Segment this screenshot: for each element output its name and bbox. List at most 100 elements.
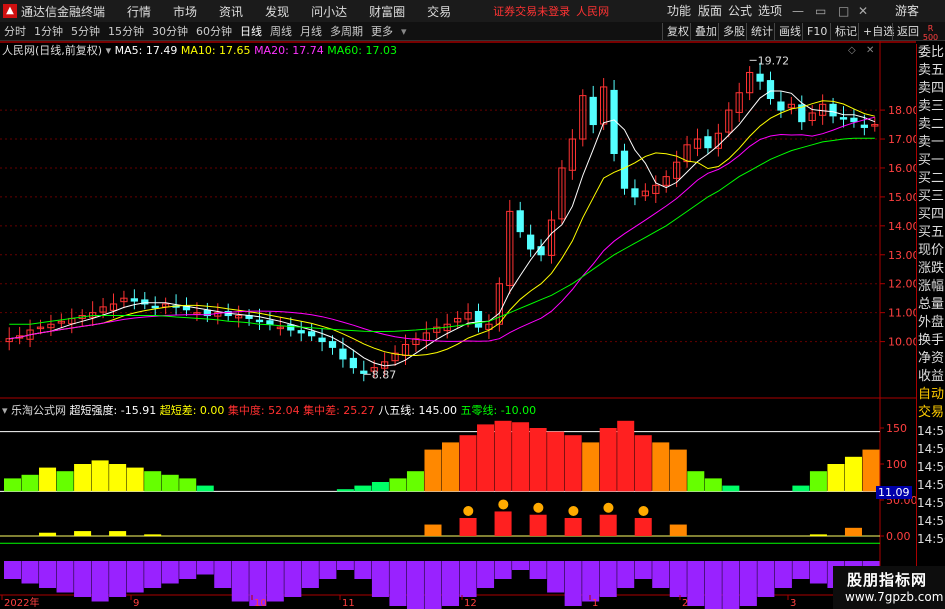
upper-bar <box>406 471 424 492</box>
kline-chart[interactable]: 18.00 17.00 16.00 15.00 14.00 13.00 12.00 11.00… <box>0 0 945 609</box>
upper-bar <box>459 435 477 492</box>
lower-bar <box>564 561 582 606</box>
lower-bar <box>774 561 792 588</box>
sub-legend: ▾ 乐淘公式网 超短强度: -15.91 超短差: 0.00 集中度: 52.0… <box>2 402 537 417</box>
upper-bar <box>827 464 845 492</box>
panel-item: 14:56 <box>917 478 945 492</box>
upper-bar <box>529 428 547 492</box>
lower-bar <box>196 561 214 575</box>
upper-bar <box>477 424 495 492</box>
candle-down <box>704 136 712 149</box>
legend-50-line: 五零线: -10.00 <box>460 404 537 417</box>
watermark: 股朋指标网 www.7gpzb.com <box>833 566 945 609</box>
lower-bar <box>757 561 775 597</box>
sub-tick-label: 0.00 <box>886 530 911 543</box>
lower-bar <box>231 561 249 602</box>
panel-item: 买五 <box>917 225 944 240</box>
candle-down <box>308 331 316 337</box>
panel-item: 收益 <box>917 369 944 384</box>
panel-item: 卖四 <box>917 81 944 96</box>
lower-bar <box>214 561 232 588</box>
panel-item: 委比 <box>917 45 944 60</box>
price-tick-label: 10.00 <box>888 336 920 349</box>
panel-item: 卖一 <box>917 135 944 150</box>
lower-bar <box>144 561 162 588</box>
candle-down <box>756 73 764 82</box>
date-label: 10 <box>254 598 267 609</box>
upper-bar <box>599 428 617 492</box>
upper-bar <box>371 482 389 492</box>
watermark-brand: 股朋指标网 <box>847 571 928 589</box>
upper-bar <box>512 422 530 492</box>
panel-scale-bottom: 500 <box>922 33 939 42</box>
legend-short-diff: 超短差: 0.00 <box>159 404 225 417</box>
date-label: 2 <box>682 598 688 609</box>
lower-bar <box>547 561 565 593</box>
panel-item: 卖三 <box>917 99 944 114</box>
upper-bar <box>109 464 127 492</box>
ma5-line <box>9 90 875 367</box>
panel-item: 交易 <box>917 405 944 420</box>
upper-bar <box>144 471 162 492</box>
signal-marker-icon <box>533 502 544 513</box>
upper-bar <box>56 471 74 492</box>
lower-bar <box>371 561 389 597</box>
legend-85-line: 八五线: 145.00 <box>378 404 458 417</box>
lower-bar <box>389 561 407 606</box>
candle-down <box>297 330 305 334</box>
candle-down <box>777 101 785 111</box>
signal-bar <box>109 531 127 536</box>
upper-bar <box>336 489 354 492</box>
candle-down <box>339 348 347 360</box>
price-tick-label: 11.00 <box>888 307 920 320</box>
date-label: 12 <box>464 598 477 609</box>
upper-bar <box>4 478 22 492</box>
candle-down <box>620 150 629 189</box>
upper-bar <box>161 474 179 492</box>
lower-bar <box>582 561 600 602</box>
signal-bar <box>424 524 442 536</box>
panel-item: 14:56 <box>917 514 945 528</box>
lower-bar <box>687 561 705 606</box>
indicator-dropdown-icon[interactable]: ▾ <box>2 404 8 417</box>
upper-bar <box>634 435 652 492</box>
panel-item: 买四 <box>917 207 944 222</box>
signal-marker-icon <box>568 506 579 516</box>
panel-item: 14:56 <box>917 532 945 546</box>
lower-bar <box>56 561 74 593</box>
lower-bar <box>809 561 827 584</box>
panel-scale: R 500 <box>916 24 945 42</box>
panel-item: 总量 <box>917 297 944 312</box>
lower-bar <box>39 561 57 588</box>
date-label: 3 <box>790 598 796 609</box>
candle-down <box>839 117 848 120</box>
upper-bar <box>389 478 407 492</box>
upper-bar <box>669 449 687 492</box>
ma10-label: MA10: 17.65 <box>180 44 251 57</box>
upper-bar <box>844 456 862 492</box>
panel-item: 现价 <box>917 243 944 258</box>
close-chart-icon: ✕ <box>866 45 874 56</box>
candle-down <box>349 357 357 369</box>
date-label: 11 <box>342 598 355 609</box>
lower-bar <box>179 561 197 579</box>
candle-down <box>850 117 858 123</box>
lower-bar <box>617 561 635 588</box>
legend-dropdown-icon[interactable]: ▾ <box>106 44 112 57</box>
panel-item: 净资 <box>917 351 944 366</box>
upper-bar <box>442 442 460 492</box>
ma5-label: MA5: 17.49 <box>114 44 178 57</box>
cursor-value: 11.09 <box>878 486 910 499</box>
indicator-name[interactable]: 乐淘公式网 <box>11 404 66 417</box>
lower-bar <box>529 561 547 579</box>
ma20-label: MA20: 17.74 <box>254 44 324 57</box>
panel-item: 14:56 <box>917 460 945 474</box>
panel-item: 14:56 <box>917 496 945 510</box>
signal-bar <box>599 514 617 536</box>
upper-bar <box>809 471 827 492</box>
lower-bar <box>722 561 740 609</box>
upper-bar <box>39 467 57 492</box>
signal-bar <box>669 524 687 536</box>
candle-down <box>829 103 837 117</box>
ma20-line <box>9 116 875 342</box>
